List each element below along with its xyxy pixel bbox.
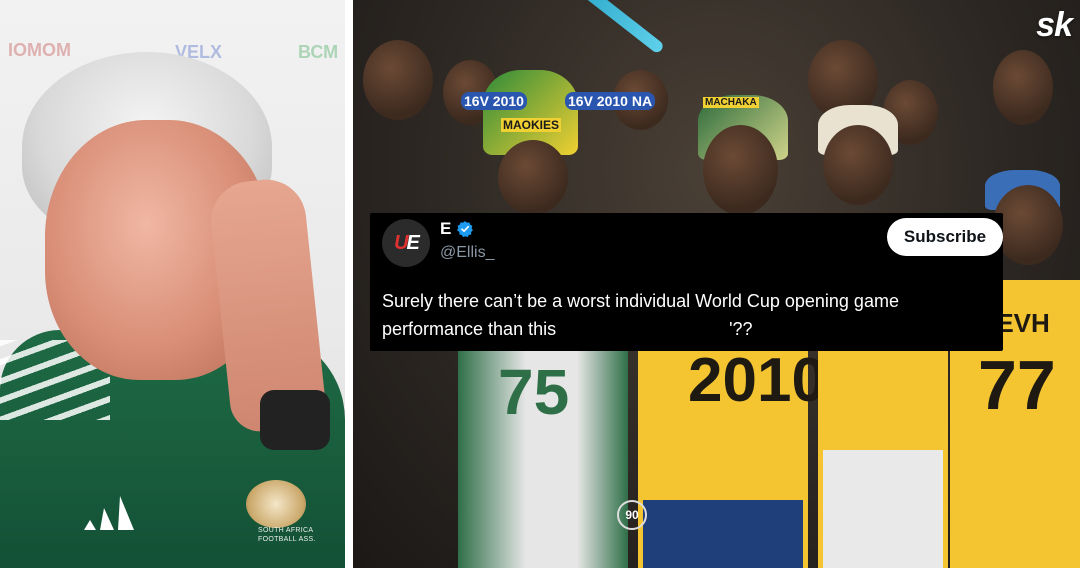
fan-head (993, 50, 1053, 125)
fan-sign: MAOKIES (501, 118, 562, 132)
jersey-number: 77 (978, 346, 1056, 424)
fan-face (703, 125, 778, 215)
sponsor-logo: ВСМ (298, 42, 339, 62)
fan-face (993, 185, 1063, 265)
coach-photo: IOMOM VELX ВСМ SOUTH AFRICA FOOTBALL ASS… (0, 0, 345, 568)
avatar-logo-icon: UE (394, 231, 420, 254)
verified-badge-icon (457, 221, 474, 238)
author-name[interactable]: E (440, 219, 451, 239)
fan-head (363, 40, 433, 120)
vuvuzela (570, 0, 666, 55)
sponsor-logo: IOMOM (8, 40, 71, 60)
fan-face (823, 125, 893, 205)
fan-sign: 16V 2010 (461, 92, 527, 110)
adidas-logo-icon (84, 496, 134, 530)
jersey-number: 75 (498, 356, 570, 428)
tweet-author: E (440, 219, 474, 239)
jersey-number: 2010 (688, 346, 826, 415)
white-trousers (823, 450, 943, 568)
blue-shorts (643, 500, 803, 568)
tweet-card: UE E @Ellis_ Subscribe Surely there can’… (370, 213, 1003, 351)
tweet-text: Surely there can’t be a worst individual… (382, 287, 997, 343)
author-handle[interactable]: @Ellis_ (440, 244, 494, 262)
panel-divider (345, 0, 353, 568)
fan-face (498, 140, 568, 215)
wristwatch (260, 390, 330, 450)
redacted-name (561, 320, 730, 341)
tweet-text-end: '?? (729, 319, 753, 339)
subscribe-button[interactable]: Subscribe (887, 218, 1003, 256)
fan-sign: MACHAKA (703, 97, 759, 108)
fan-sign: 16V 2010 NA (565, 92, 656, 110)
jersey-number: 90 (617, 500, 647, 530)
football-association-badge-icon (246, 480, 306, 528)
avatar[interactable]: UE (382, 219, 430, 267)
sportskeeda-watermark: sk (1036, 6, 1073, 44)
badge-text: SOUTH AFRICA FOOTBALL ASS. (258, 527, 316, 543)
